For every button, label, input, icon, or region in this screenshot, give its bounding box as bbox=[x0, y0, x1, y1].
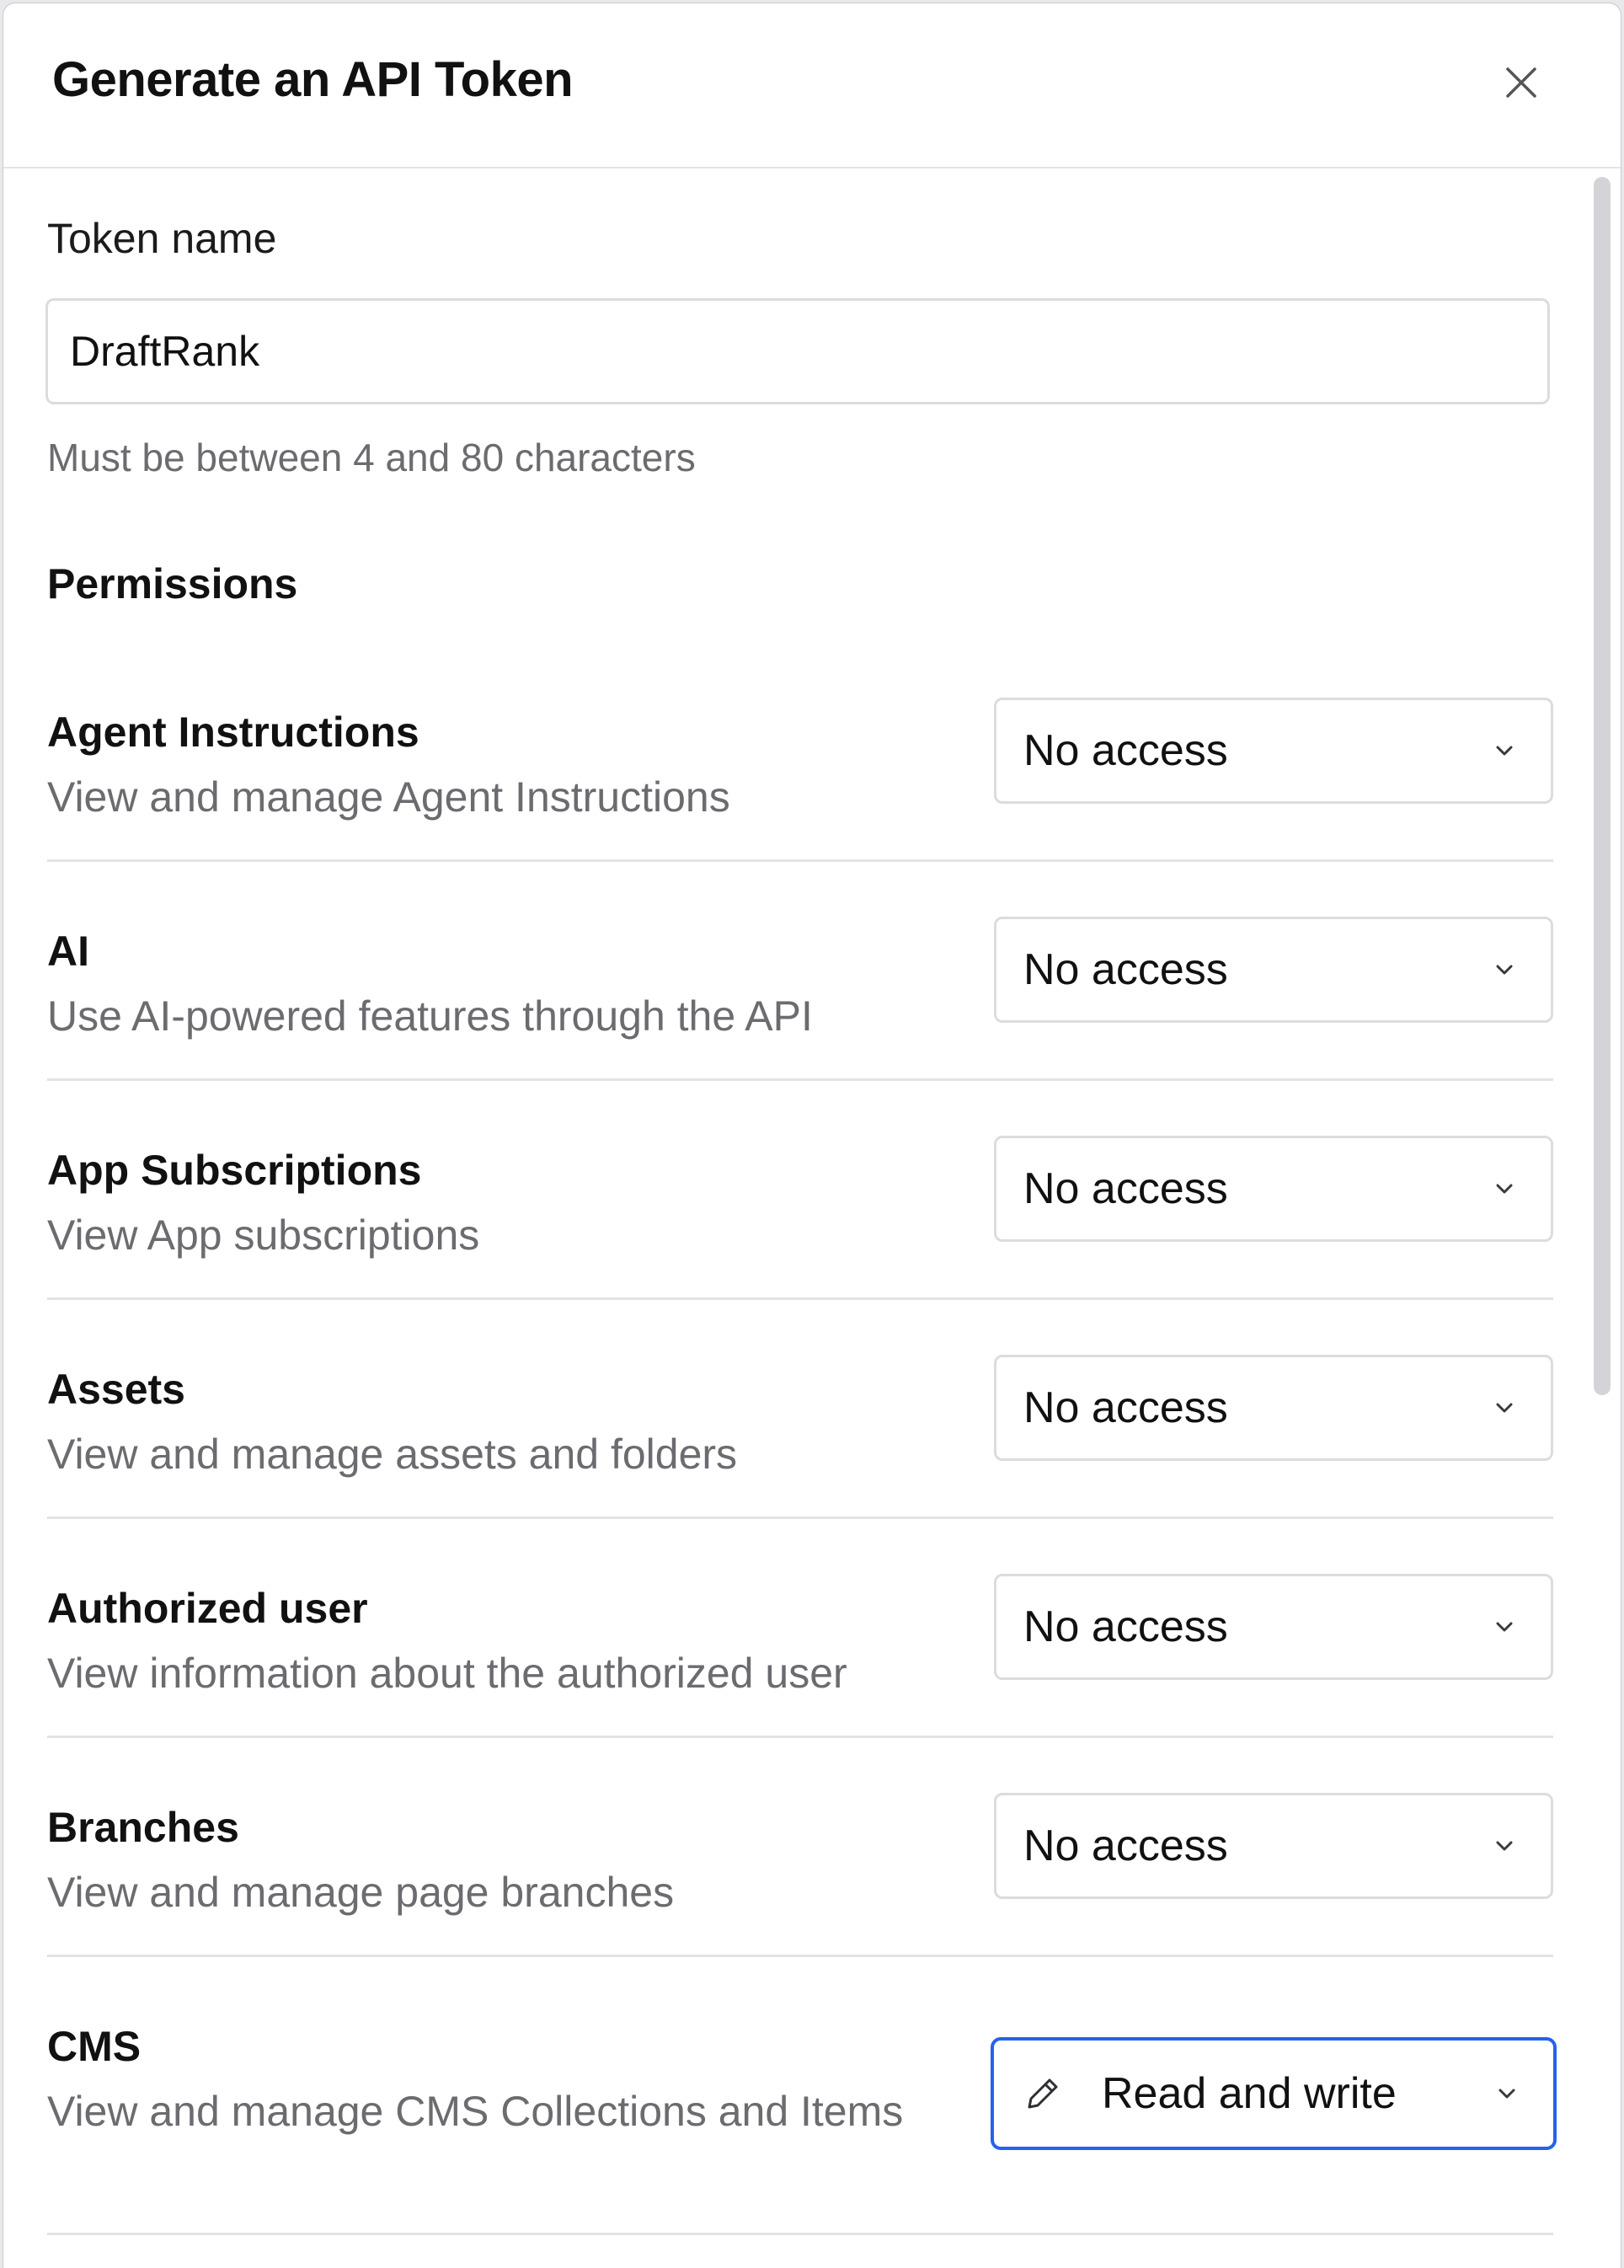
close-icon bbox=[1506, 67, 1536, 98]
permission-row-app-subscriptions: App Subscriptions View App subscriptions… bbox=[47, 1132, 1553, 1300]
token-name-input[interactable] bbox=[45, 298, 1550, 404]
access-select-app-subscriptions[interactable]: No access bbox=[994, 1136, 1553, 1242]
permission-description: View App subscriptions bbox=[47, 1212, 480, 1259]
permission-title: Branches bbox=[47, 1804, 239, 1851]
permission-description: Use AI-powered features through the API bbox=[47, 992, 813, 1040]
access-value: Read and write bbox=[1102, 2069, 1397, 2118]
permission-row-assets: Assets View and manage assets and folder… bbox=[47, 1351, 1553, 1519]
access-value: No access bbox=[1023, 1821, 1228, 1870]
access-select-assets[interactable]: No access bbox=[994, 1355, 1553, 1461]
token-name-hint: Must be between 4 and 80 characters bbox=[47, 436, 696, 479]
permission-description: View and manage assets and folders bbox=[47, 1431, 738, 1478]
permission-title: Assets bbox=[47, 1366, 185, 1413]
permission-description: View and manage page branches bbox=[47, 1869, 675, 1916]
access-select-ai[interactable]: No access bbox=[994, 917, 1553, 1023]
permission-row-agent-instructions: Agent Instructions View and manage Agent… bbox=[47, 694, 1553, 862]
permission-description: View and manage Agent Instructions bbox=[47, 773, 730, 821]
access-select-branches[interactable]: No access bbox=[994, 1793, 1553, 1899]
chevron-down-icon bbox=[1492, 738, 1517, 763]
permissions-heading: Permissions bbox=[47, 560, 298, 607]
permission-title: App Subscriptions bbox=[47, 1147, 422, 1194]
dialog-title: Generate an API Token bbox=[52, 52, 574, 107]
permission-row-ai: AI Use AI-powered features through the A… bbox=[47, 913, 1553, 1081]
permission-title: Authorized user bbox=[47, 1585, 368, 1632]
scrollbar[interactable] bbox=[1594, 177, 1611, 1395]
api-token-dialog: Generate an API Token Token name Must be… bbox=[3, 3, 1621, 2268]
permission-description: View and manage CMS Collections and Item… bbox=[47, 2088, 904, 2135]
access-select-authorized-user[interactable]: No access bbox=[994, 1574, 1553, 1680]
access-value: No access bbox=[1023, 1164, 1228, 1213]
access-value: No access bbox=[1023, 726, 1228, 775]
access-select-cms[interactable]: Read and write bbox=[991, 2037, 1557, 2150]
close-button[interactable] bbox=[1498, 59, 1545, 106]
permission-description: View information about the authorized us… bbox=[47, 1650, 847, 1697]
access-value: No access bbox=[1023, 1602, 1228, 1651]
chevron-down-icon bbox=[1494, 2081, 1520, 2106]
access-value: No access bbox=[1023, 1383, 1228, 1432]
pencil-icon bbox=[1021, 2072, 1065, 2116]
access-select-agent-instructions[interactable]: No access bbox=[994, 698, 1553, 804]
dialog-header: Generate an API Token bbox=[3, 3, 1621, 168]
chevron-down-icon bbox=[1492, 1614, 1517, 1639]
chevron-down-icon bbox=[1492, 1395, 1517, 1420]
access-value: No access bbox=[1023, 945, 1228, 994]
permission-title: CMS bbox=[47, 2023, 142, 2070]
token-name-label: Token name bbox=[47, 215, 277, 262]
chevron-down-icon bbox=[1492, 1176, 1517, 1201]
permission-title: Agent Instructions bbox=[47, 709, 419, 756]
permission-row-authorized-user: Authorized user View information about t… bbox=[47, 1570, 1553, 1738]
permission-row-branches: Branches View and manage page branches N… bbox=[47, 1789, 1553, 1957]
chevron-down-icon bbox=[1492, 1833, 1517, 1859]
permission-row-cms: CMS View and manage CMS Collections and … bbox=[47, 2009, 1557, 2235]
permission-title: AI bbox=[47, 928, 89, 975]
chevron-down-icon bbox=[1492, 957, 1517, 982]
